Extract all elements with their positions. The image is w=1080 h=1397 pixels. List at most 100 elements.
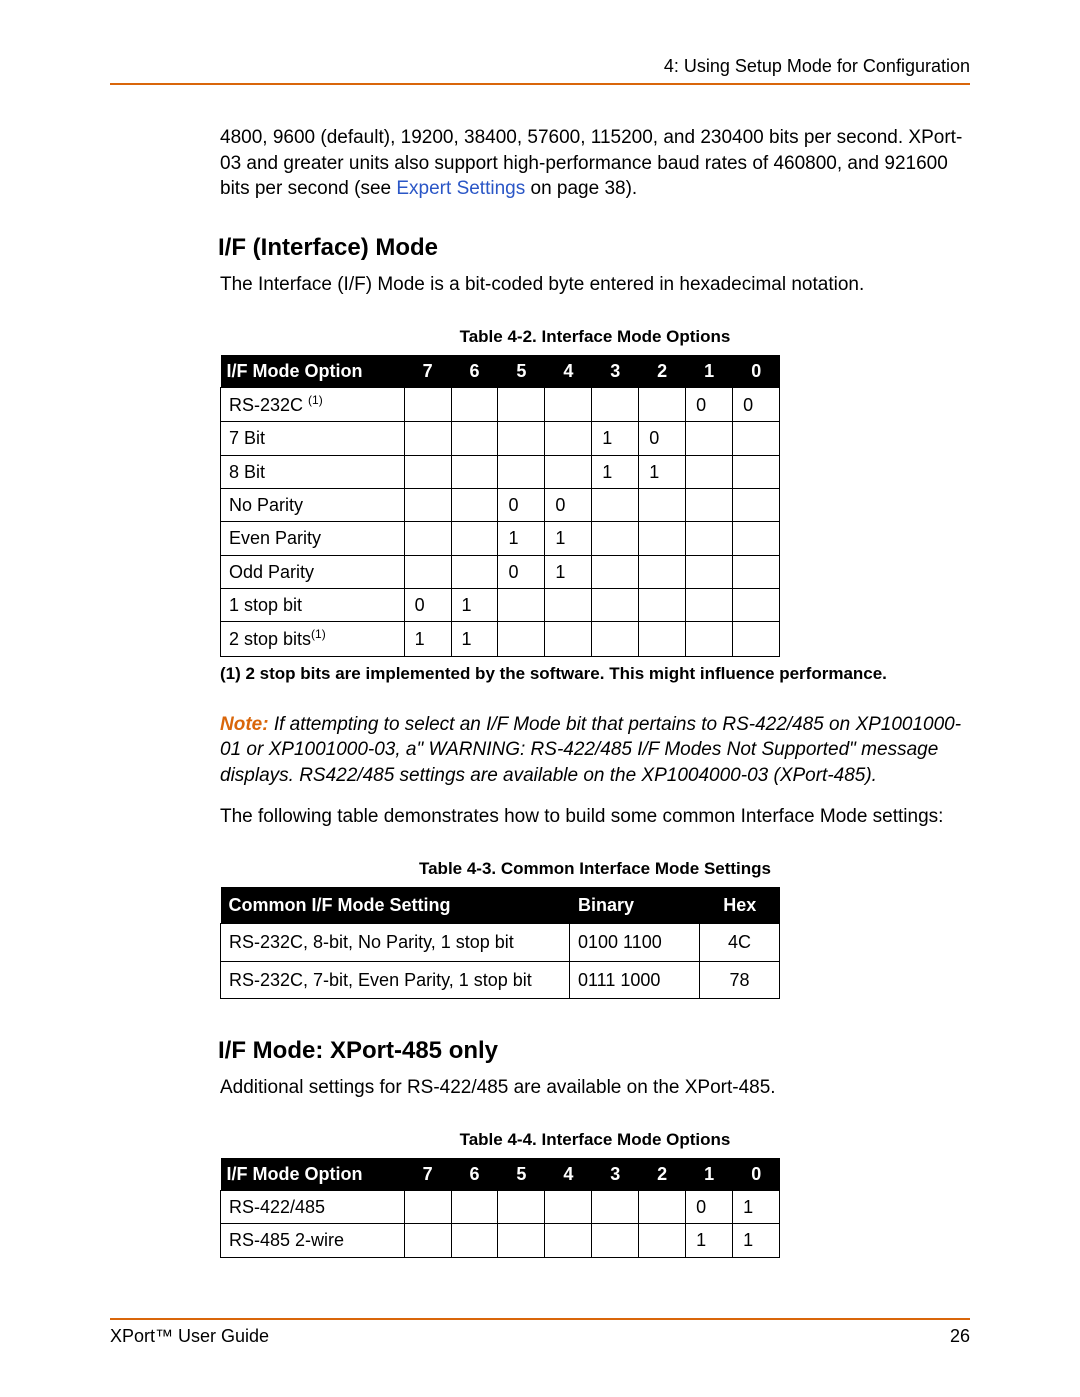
t3-bit-4: 4 [545, 1158, 592, 1191]
t1-cell [451, 422, 498, 455]
t3-bit-7: 7 [404, 1158, 451, 1191]
t1-cell: 0 [733, 388, 780, 422]
t1-row: RS-232C (1) 00 [221, 388, 780, 422]
section-if-mode-title: I/F (Interface) Mode [218, 232, 970, 264]
footnote-ref: (1) [311, 627, 326, 641]
t1-cell: 1 [404, 622, 451, 656]
t1-cell [639, 555, 686, 588]
table-4-4: I/F Mode Option 7 6 5 4 3 2 1 0 RS-422/4… [220, 1158, 780, 1258]
t1-row: No Parity00 [221, 489, 780, 522]
t1-cell [451, 522, 498, 555]
expert-settings-link[interactable]: Expert Settings [396, 178, 525, 199]
t1-cell [686, 522, 733, 555]
t3-row-label: RS-485 2-wire [221, 1224, 405, 1257]
table-4-2-footnote: (1) 2 stop bits are implemented by the s… [220, 663, 970, 686]
t2-hex: 4C [700, 924, 780, 961]
t3-cell: 0 [686, 1191, 733, 1224]
t1-cell: 0 [404, 588, 451, 621]
t1-row-label: Even Parity [221, 522, 405, 555]
t1-cell [592, 522, 639, 555]
t1-cell [686, 489, 733, 522]
t1-cell: 0 [686, 388, 733, 422]
t1-cell: 0 [498, 489, 545, 522]
t3-bit-6: 6 [451, 1158, 498, 1191]
t1-cell: 0 [545, 489, 592, 522]
t1-row-label: RS-232C (1) [221, 388, 405, 422]
t1-cell [404, 489, 451, 522]
t3-bit-3: 3 [592, 1158, 639, 1191]
t1-cell: 1 [545, 522, 592, 555]
t1-bit-7: 7 [404, 355, 451, 388]
t2-binary: 0100 1100 [570, 924, 700, 961]
t1-bit-1: 1 [686, 355, 733, 388]
t1-cell [592, 588, 639, 621]
t2-h-hex: Hex [700, 887, 780, 924]
table-4-2-caption: Table 4-2. Interface Mode Options [220, 326, 970, 349]
intro-after-link: on page 38). [525, 178, 637, 199]
t1-cell [592, 555, 639, 588]
t1-bit-3: 3 [592, 355, 639, 388]
t1-bit-0: 0 [733, 355, 780, 388]
t3-cell: 1 [686, 1224, 733, 1257]
footer-page-number: 26 [950, 1326, 970, 1347]
between-tables-text: The following table demonstrates how to … [220, 804, 970, 830]
t2-hex: 78 [700, 961, 780, 998]
t2-row: RS-232C, 7-bit, Even Parity, 1 stop bit0… [221, 961, 780, 998]
t1-cell [404, 422, 451, 455]
section-xport485-title: I/F Mode: XPort-485 only [218, 1035, 970, 1067]
t1-cell [639, 622, 686, 656]
t1-cell [686, 455, 733, 488]
t3-cell [639, 1191, 686, 1224]
t1-cell [545, 422, 592, 455]
footer-guide-title: XPort™ User Guide [110, 1326, 269, 1347]
t1-cell [404, 455, 451, 488]
t1-cell [686, 555, 733, 588]
t1-cell [451, 489, 498, 522]
t2-setting: RS-232C, 8-bit, No Parity, 1 stop bit [221, 924, 570, 961]
t1-cell [733, 555, 780, 588]
t1-bit-6: 6 [451, 355, 498, 388]
t3-cell [592, 1191, 639, 1224]
t1-cell [451, 388, 498, 422]
t1-cell [592, 388, 639, 422]
t3-row: RS-485 2-wire11 [221, 1224, 780, 1257]
t1-cell: 1 [451, 622, 498, 656]
table-4-2: I/F Mode Option 7 6 5 4 3 2 1 0 RS-232C … [220, 355, 780, 657]
t3-cell [404, 1224, 451, 1257]
t1-cell: 1 [498, 522, 545, 555]
t1-cell [733, 588, 780, 621]
t1-row: Odd Parity01 [221, 555, 780, 588]
t1-cell [733, 455, 780, 488]
xport485-desc: Additional settings for RS-422/485 are a… [220, 1075, 970, 1101]
t3-row-label: RS-422/485 [221, 1191, 405, 1224]
t3-bit-5: 5 [498, 1158, 545, 1191]
t1-cell [686, 588, 733, 621]
t1-cell [404, 522, 451, 555]
table-4-3: Common I/F Mode Setting Binary Hex RS-23… [220, 887, 780, 999]
t1-row-label: 7 Bit [221, 422, 405, 455]
t1-row: 1 stop bit01 [221, 588, 780, 621]
t1-cell [545, 455, 592, 488]
t1-row-label: 8 Bit [221, 455, 405, 488]
t1-cell [686, 422, 733, 455]
t1-cell [451, 555, 498, 588]
t1-cell [733, 422, 780, 455]
t1-cell [733, 522, 780, 555]
t3-header-opt: I/F Mode Option [221, 1158, 405, 1191]
if-mode-desc: The Interface (I/F) Mode is a bit-coded … [220, 272, 970, 298]
note-block: Note: If attempting to select an I/F Mod… [220, 712, 970, 789]
t1-cell [404, 388, 451, 422]
t1-row: 8 Bit11 [221, 455, 780, 488]
table-4-3-caption: Table 4-3. Common Interface Mode Setting… [220, 858, 970, 881]
t1-cell [498, 622, 545, 656]
t1-header-opt: I/F Mode Option [221, 355, 405, 388]
t1-cell [592, 489, 639, 522]
note-text: If attempting to select an I/F Mode bit … [220, 714, 961, 786]
t2-h-binary: Binary [570, 887, 700, 924]
t1-cell [404, 555, 451, 588]
page-header-chapter: 4: Using Setup Mode for Configuration [110, 56, 970, 85]
t1-cell [451, 455, 498, 488]
t1-row: 2 stop bits(1)11 [221, 622, 780, 656]
t3-cell [592, 1224, 639, 1257]
page-footer: XPort™ User Guide 26 [110, 1318, 970, 1347]
